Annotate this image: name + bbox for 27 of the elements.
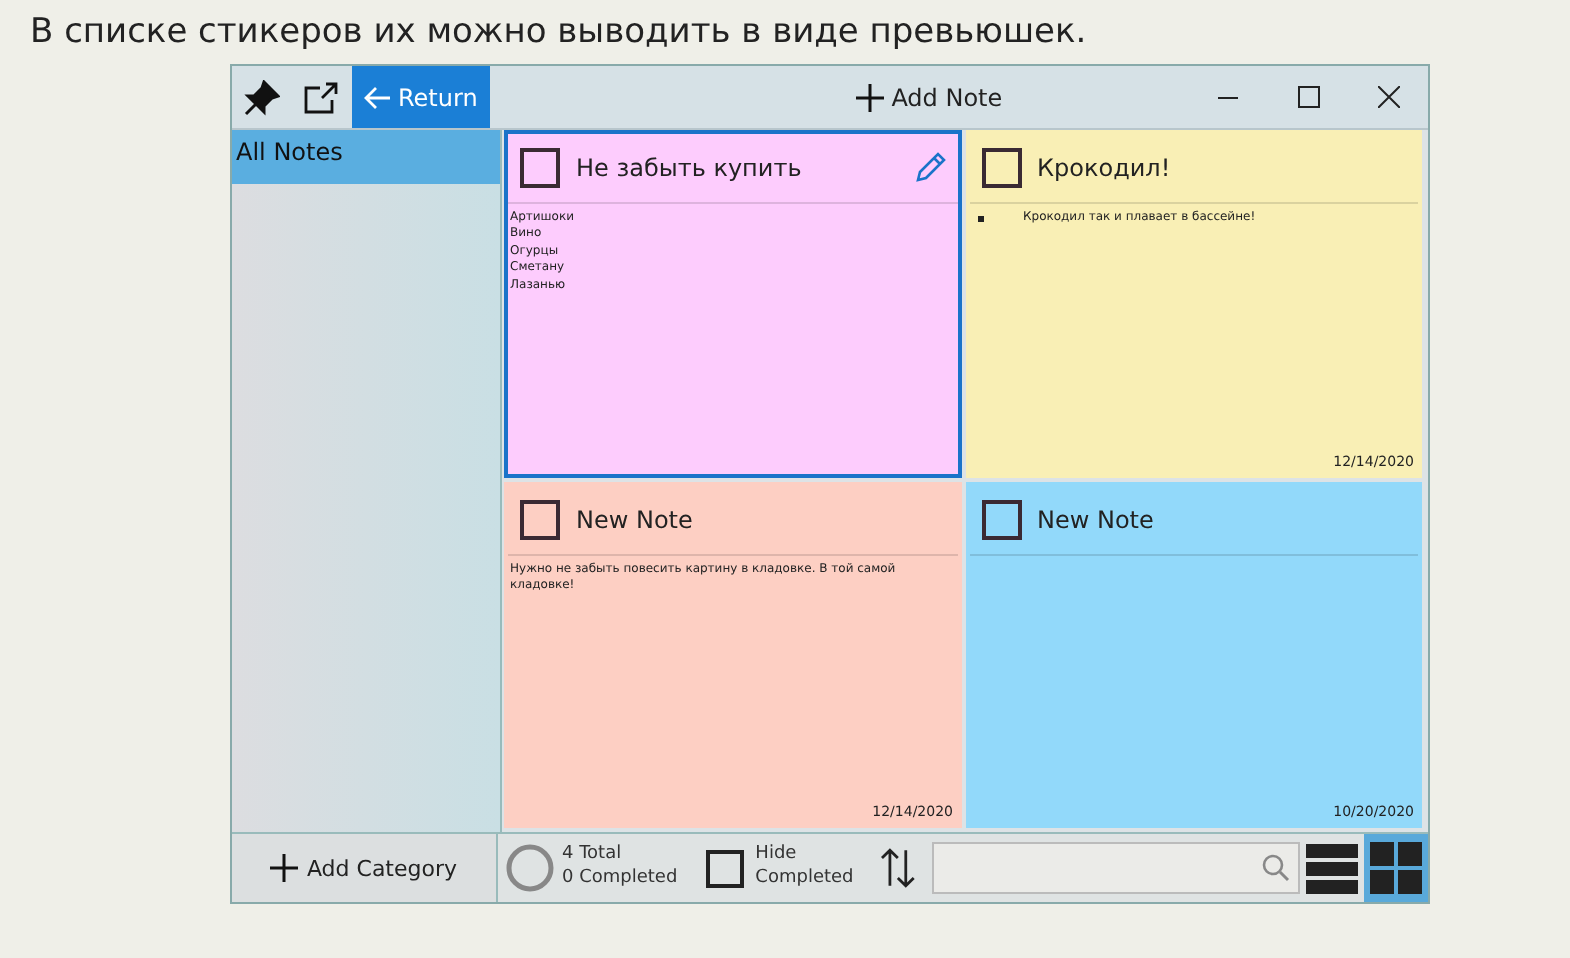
grid-view-button[interactable]	[1364, 834, 1428, 902]
note-title: Крокодил!	[1037, 154, 1173, 182]
caption-text: В списке стикеров их можно выводить в виде превьюшек.	[28, 10, 1089, 56]
add-note-button[interactable]: Add Note	[843, 66, 1015, 128]
back-arrow-icon	[364, 85, 392, 109]
note-title: Не забыть купить	[576, 154, 804, 182]
note-checkbox[interactable]	[981, 499, 1021, 539]
sidebar-item[interactable]: All Notes	[232, 130, 500, 184]
hide-completed-checkbox[interactable]	[705, 849, 744, 887]
progress-ring-icon	[505, 844, 554, 892]
note-checkbox[interactable]	[981, 148, 1021, 188]
total-count: 4 Total	[561, 844, 624, 868]
search-icon	[1262, 854, 1290, 882]
search-field[interactable]	[931, 842, 1300, 894]
sort-icon[interactable]	[879, 848, 916, 888]
pencil-icon[interactable]	[913, 152, 945, 184]
note-title: New Note	[576, 505, 695, 533]
hide-completed-label: Hide Completed	[755, 844, 856, 892]
note-checkbox[interactable]	[520, 148, 560, 188]
plus-icon	[855, 83, 884, 111]
bullet-icon	[977, 215, 983, 222]
note-title: New Note	[1037, 505, 1156, 533]
plus-icon	[270, 854, 299, 882]
add-category-button[interactable]: Add Category	[232, 834, 498, 902]
completed-count: 0 Completed	[561, 868, 678, 892]
return-button[interactable]: Return	[352, 66, 490, 128]
note-checkbox[interactable]	[520, 499, 560, 539]
